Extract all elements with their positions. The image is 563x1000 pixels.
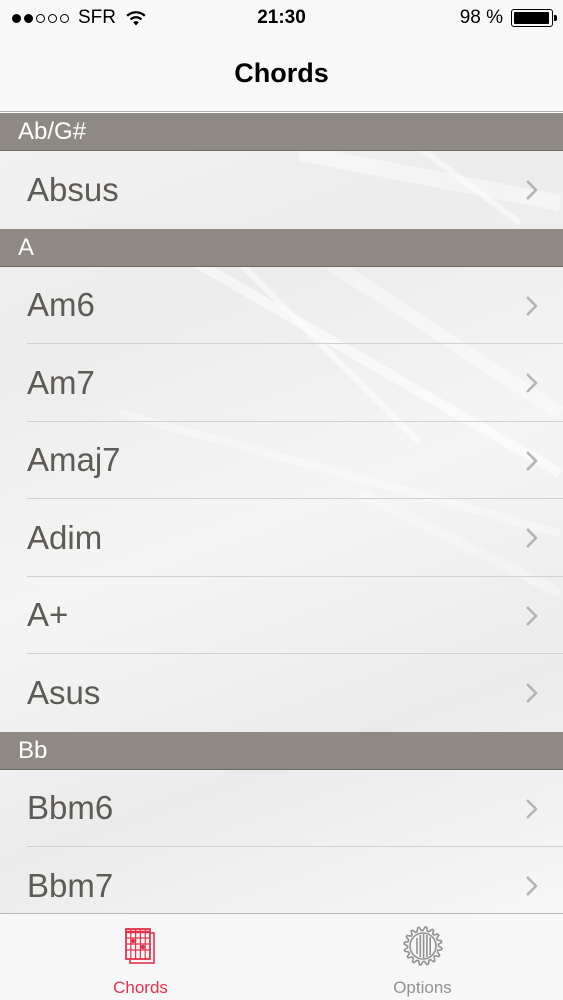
battery-fill: [514, 12, 550, 24]
chord-name: A+: [27, 596, 69, 634]
chord-grid-icon: [124, 928, 155, 964]
sections-container: Ab/G# Absus A Am6 Am7 Amaj7 Adim A+ Asus Bb Bbm6 Bb…: [0, 113, 563, 913]
battery-icon: [511, 9, 557, 27]
chord-name: Amaj7: [27, 441, 121, 479]
chevron-right-icon: [526, 605, 538, 626]
chord-row[interactable]: Adim: [0, 499, 563, 577]
chord-name: Am7: [27, 363, 95, 401]
chevron-right-icon: [526, 683, 538, 703]
chevron-right-icon: [526, 295, 538, 316]
tab-chords-label: Chords: [113, 978, 168, 997]
chevron-right-icon: [526, 798, 538, 819]
chord-row[interactable]: Absus: [0, 151, 563, 229]
chevron-right-icon: [526, 528, 538, 548]
chord-name: Am6: [27, 286, 95, 324]
gear-icon: [402, 926, 443, 966]
section-header: A: [0, 228, 563, 267]
phone-screen: SFR 21:30 98 % Chords Ab/G# Absus A Am6 …: [0, 0, 563, 1000]
chord-name: Adim: [27, 518, 103, 556]
chord-name: Asus: [27, 673, 101, 711]
chord-name: Bbm7: [27, 866, 114, 904]
tab-chords[interactable]: Chords: [0, 914, 281, 1000]
section-header: Ab/G#: [0, 113, 563, 151]
chord-row[interactable]: Bbm7: [0, 847, 563, 913]
chord-row[interactable]: Bbm6: [0, 770, 563, 847]
chord-row[interactable]: A+: [0, 577, 563, 654]
tab-options[interactable]: Options: [282, 914, 563, 1000]
chord-row[interactable]: Amaj7: [0, 422, 563, 499]
page-title: Chords: [234, 58, 329, 88]
chevron-right-icon: [526, 373, 538, 393]
chord-row[interactable]: Am6: [0, 267, 563, 344]
section-header: Bb: [0, 731, 563, 770]
chevron-right-icon: [526, 876, 538, 896]
chord-list[interactable]: Ab/G# Absus A Am6 Am7 Amaj7 Adim A+ Asus Bb Bbm6 Bb…: [0, 113, 563, 913]
chord-row[interactable]: Asus: [0, 654, 563, 732]
chord-name: Absus: [27, 170, 119, 208]
tab-bar: Chords Options: [0, 913, 563, 1000]
chord-name: Bbm6: [27, 789, 114, 827]
chevron-right-icon: [526, 450, 538, 471]
tab-options-label: Options: [393, 978, 452, 997]
chord-row[interactable]: Am7: [0, 344, 563, 422]
status-bar: SFR 21:30 98 %: [0, 0, 563, 38]
battery-nub: [554, 15, 557, 21]
battery-percent: 98 %: [459, 7, 503, 28]
chevron-right-icon: [526, 180, 538, 200]
navigation-bar: Chords: [0, 38, 563, 112]
status-right: 98 %: [459, 7, 557, 29]
